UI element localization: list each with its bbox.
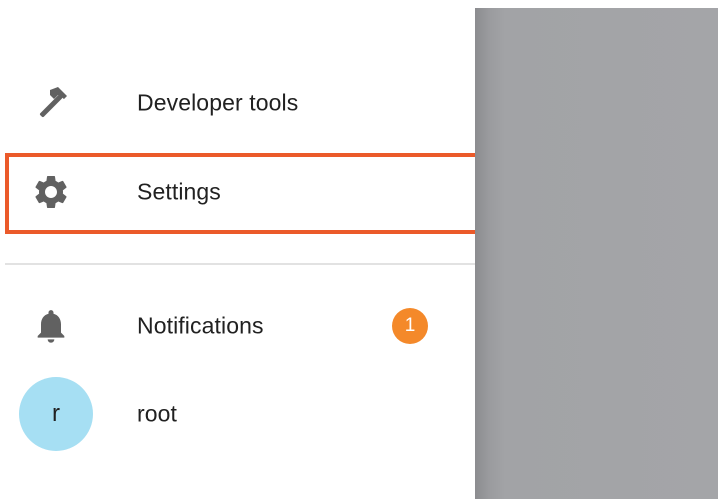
- bell-icon: [31, 306, 71, 346]
- avatar: r: [19, 377, 93, 451]
- menu-item-label: Settings: [137, 178, 221, 205]
- menu-item-developer-tools[interactable]: Developer tools: [0, 67, 475, 139]
- navigation-drawer: Developer tools Settings Notifications 1…: [0, 0, 483, 499]
- menu-item-label: Notifications: [137, 312, 264, 339]
- divider: [5, 263, 475, 265]
- menu-item-label: Developer tools: [137, 89, 299, 116]
- scrim-overlay[interactable]: [475, 8, 718, 499]
- menu-item-user-account[interactable]: r root: [0, 377, 475, 451]
- notification-badge: 1: [392, 308, 428, 344]
- hammer-icon: [31, 83, 71, 123]
- menu-item-settings[interactable]: Settings: [0, 156, 475, 228]
- gear-icon: [31, 172, 71, 212]
- screen: Developer tools Settings Notifications 1…: [0, 0, 718, 499]
- user-name: root: [137, 400, 178, 427]
- menu-item-notifications[interactable]: Notifications 1: [0, 290, 475, 362]
